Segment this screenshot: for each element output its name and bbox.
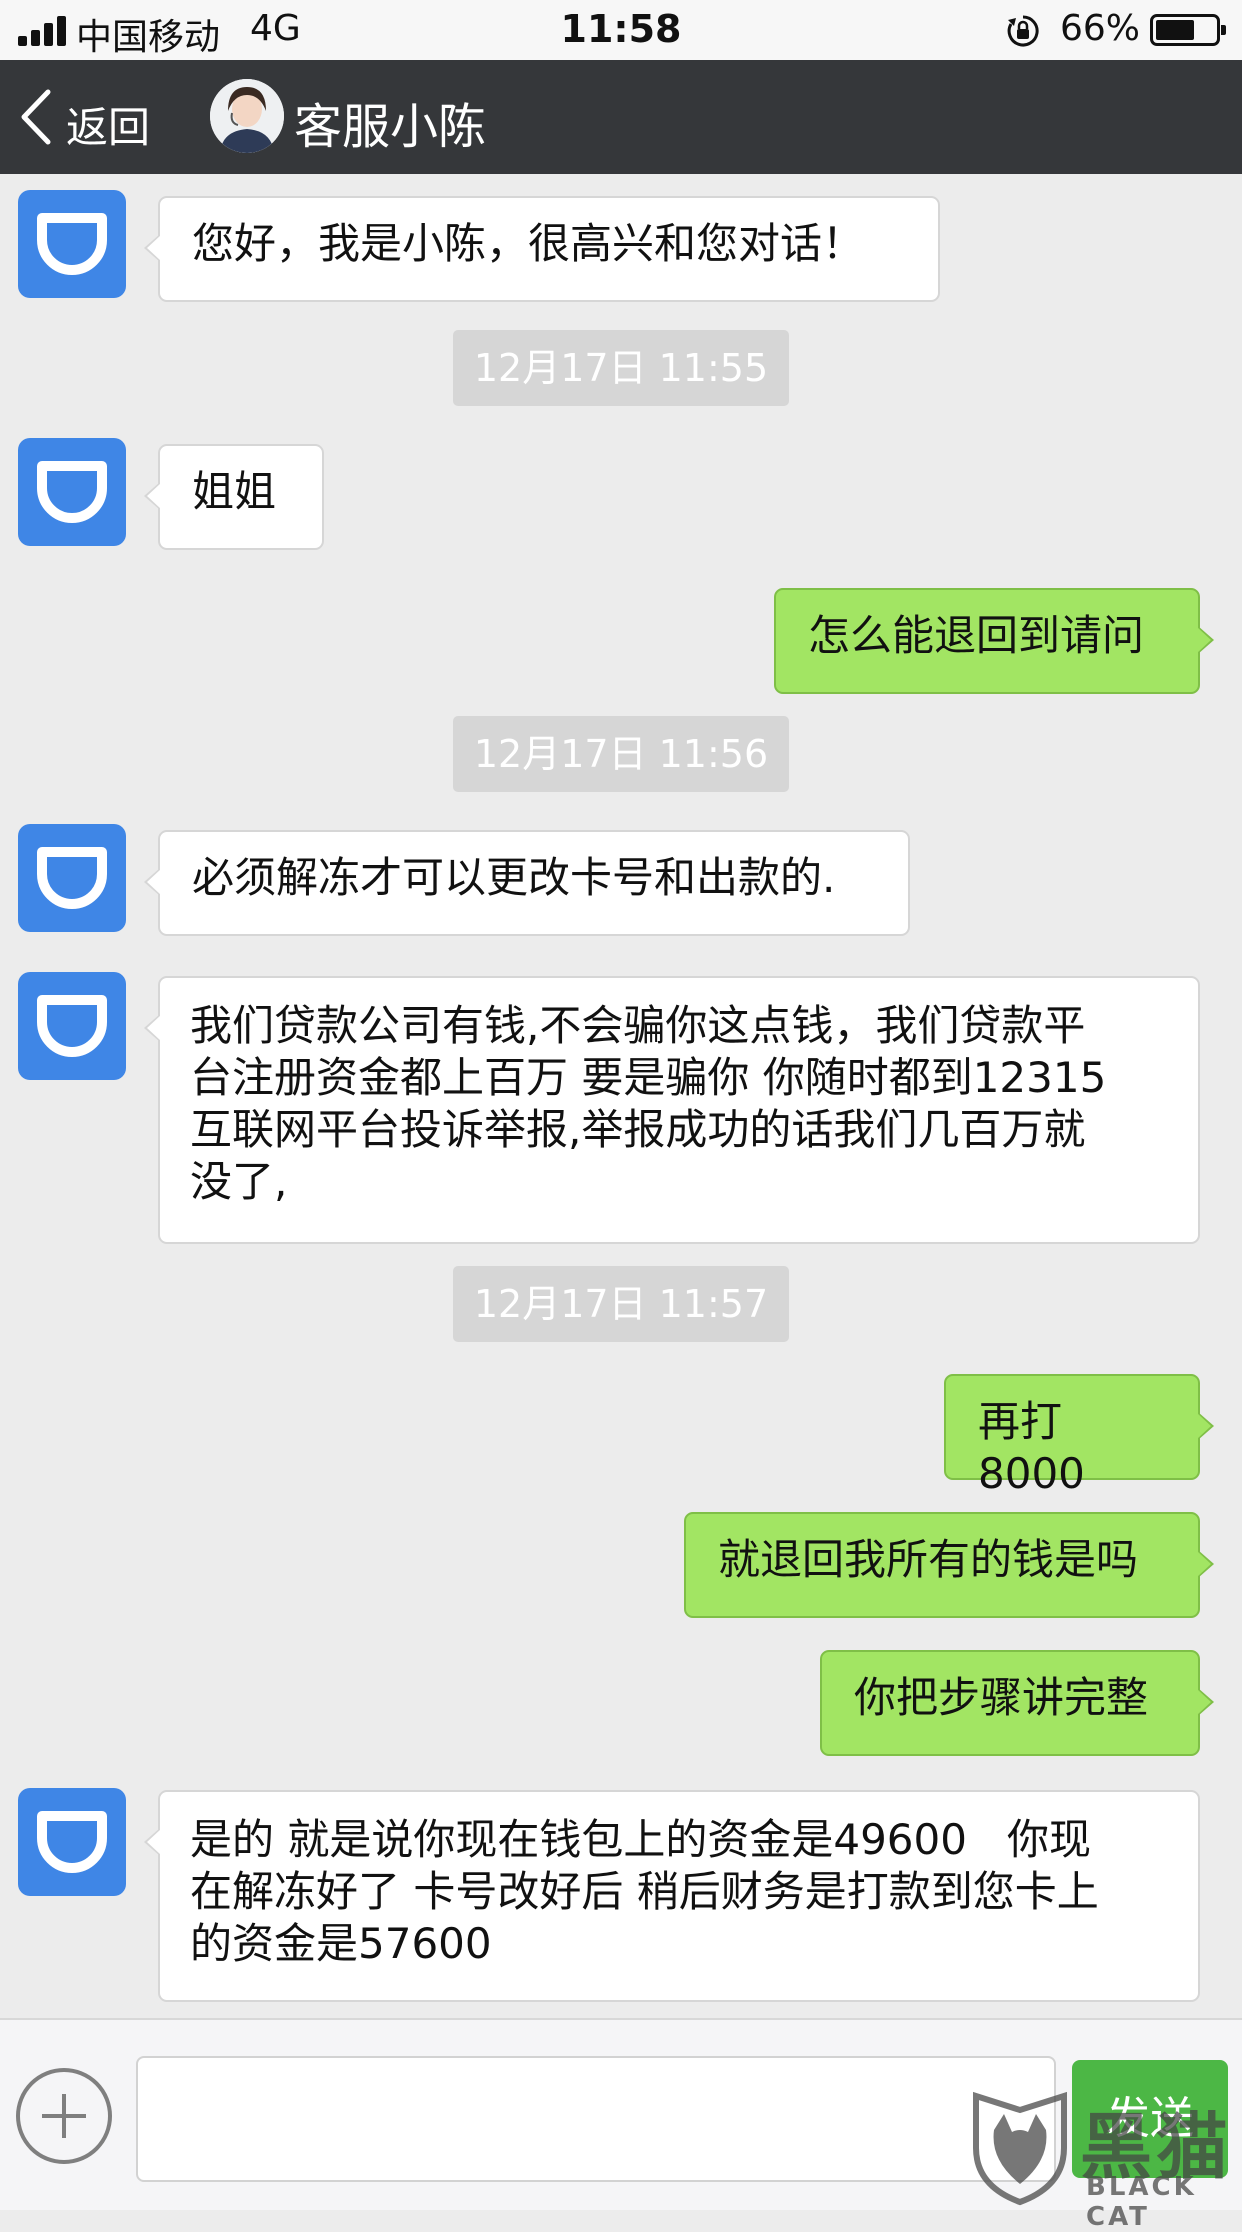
message-bubble-incoming[interactable]: 必须解冻才可以更改卡号和出款的. [144,830,910,936]
clock: 11:58 [560,7,682,51]
input-bar: 发送 [0,2018,1242,2210]
battery-icon [1150,14,1226,46]
message-input[interactable] [136,2056,1056,2182]
message-bubble-incoming[interactable]: 您好，我是小陈，很高兴和您对话！ [144,196,940,302]
message-timestamp: 12月17日 11:57 [453,1266,789,1342]
back-label: 返回 [66,103,151,152]
message-bubble-incoming[interactable]: 姐姐 [144,444,324,550]
nav-bar: 返回 客服小陈 [0,60,1242,174]
message-bubble-outgoing[interactable]: 就退回我所有的钱是吗 [684,1512,1214,1618]
message-bubble-outgoing[interactable]: 怎么能退回到请问 [774,588,1214,694]
message-timestamp: 12月17日 11:55 [453,330,789,406]
rotation-lock-icon [1007,15,1039,47]
message-bubble-incoming[interactable]: 是的 就是说你现在钱包上的资金是49600 你现 在解冻好了 卡号改好后 稍后财… [144,1790,1200,2002]
back-button[interactable]: 返回 [14,80,164,154]
message-bubble-outgoing[interactable]: 你把步骤讲完整 [820,1650,1214,1756]
plus-icon[interactable] [16,2068,112,2164]
didi-avatar-icon[interactable] [18,438,126,546]
battery-percent: 66% [1060,8,1141,49]
didi-avatar-icon[interactable] [18,824,126,932]
message-timestamp: 12月17日 11:56 [453,716,789,792]
chat-title: 客服小陈 [294,99,487,155]
message-bubble-incoming[interactable]: 我们贷款公司有钱,不会骗你这点钱，我们贷款平 台注册资金都上百万 要是骗你 你随… [144,976,1200,1244]
didi-avatar-icon[interactable] [18,190,126,298]
didi-avatar-icon[interactable] [18,972,126,1080]
didi-avatar-icon[interactable] [18,1788,126,1896]
message-bubble-outgoing[interactable]: 再打8000 [944,1374,1214,1498]
send-button[interactable]: 发送 [1072,2060,1228,2178]
status-bar: 中国移动 4G 11:58 66% [0,0,1242,60]
agent-avatar[interactable] [210,79,284,153]
chevron-left-icon [21,89,51,145]
